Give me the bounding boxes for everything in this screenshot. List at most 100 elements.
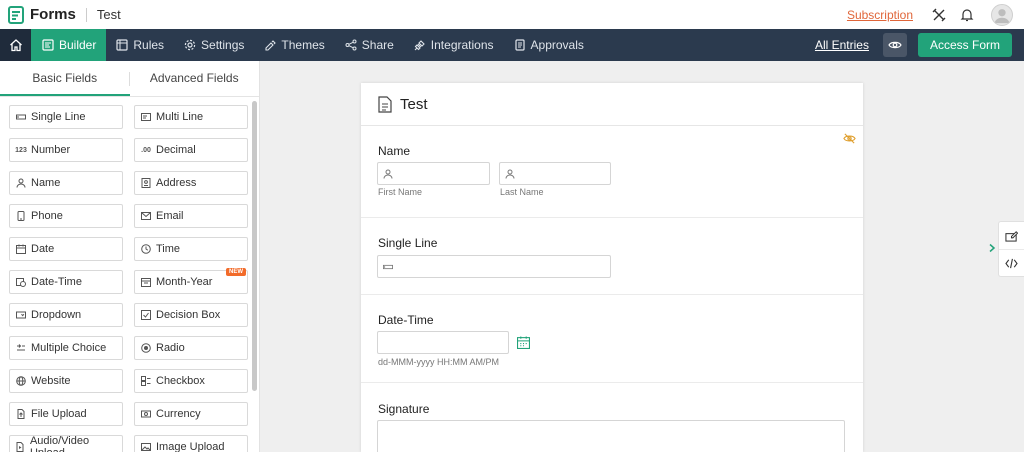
field-label: Multi Line bbox=[156, 111, 204, 123]
nav-builder[interactable]: Builder bbox=[31, 29, 107, 61]
person-icon bbox=[505, 169, 515, 179]
form-canvas: Test Name First Name Last Name Single Li… bbox=[361, 83, 863, 452]
person-icon bbox=[383, 169, 393, 179]
single-line-icon bbox=[383, 264, 393, 269]
calendar-picker-icon[interactable] bbox=[517, 336, 530, 349]
plug-icon bbox=[414, 40, 425, 51]
rules-icon bbox=[116, 39, 128, 51]
field-month-year[interactable]: Month-Year NEW bbox=[134, 268, 248, 294]
field-image-upload[interactable]: Image Upload bbox=[134, 435, 248, 452]
tools-icon[interactable] bbox=[927, 3, 951, 27]
approvals-icon bbox=[514, 39, 525, 51]
form-name: Test bbox=[96, 7, 121, 22]
home-button[interactable] bbox=[0, 29, 31, 61]
expand-panel-chevron-icon[interactable] bbox=[986, 241, 997, 255]
clock-icon bbox=[136, 244, 156, 254]
field-multiple-choice[interactable]: Multiple Choice bbox=[9, 336, 123, 360]
signature-field-section[interactable]: Signature bbox=[361, 383, 863, 452]
fields-panel: Basic Fields Advanced Fields Single Line… bbox=[0, 61, 260, 452]
first-name-input[interactable] bbox=[377, 162, 490, 185]
gear-icon bbox=[184, 39, 196, 51]
field-file-upload[interactable]: File Upload bbox=[9, 402, 123, 426]
nav-rules[interactable]: Rules bbox=[106, 29, 174, 61]
home-icon bbox=[9, 39, 22, 52]
form-title[interactable]: Test bbox=[400, 96, 428, 113]
edit-form-icon bbox=[1005, 231, 1018, 242]
field-time[interactable]: Time bbox=[134, 237, 248, 261]
app-name: Forms bbox=[30, 6, 76, 23]
single-line-field-section[interactable]: Single Line bbox=[361, 218, 863, 295]
media-upload-icon bbox=[11, 442, 30, 452]
field-label: Audio/Video Upload bbox=[29, 435, 90, 452]
date-time-field-section[interactable]: Date-Time dd-MMM-yyyy HH:MM AM/PM bbox=[361, 295, 863, 383]
access-form-button[interactable]: Access Form bbox=[917, 33, 1012, 57]
field-email[interactable]: Email bbox=[134, 204, 248, 228]
phone-icon bbox=[11, 211, 31, 221]
avatar[interactable] bbox=[991, 3, 1013, 26]
tab-advanced-fields[interactable]: Advanced Fields bbox=[130, 61, 260, 96]
field-label: Checkbox bbox=[156, 375, 205, 387]
last-name-input[interactable] bbox=[499, 162, 611, 185]
field-phone[interactable]: Phone bbox=[9, 204, 123, 228]
bell-icon[interactable] bbox=[955, 3, 979, 27]
field-decision-box[interactable]: Decision Box bbox=[134, 303, 248, 327]
eye-icon bbox=[888, 41, 902, 49]
field-label: Address bbox=[156, 177, 197, 189]
forms-logo-icon[interactable] bbox=[8, 5, 24, 24]
nav-settings[interactable]: Settings bbox=[174, 29, 254, 61]
field-date-time[interactable]: Date-Time bbox=[9, 270, 123, 294]
field-name[interactable]: Name bbox=[9, 171, 123, 195]
code-icon bbox=[1005, 258, 1018, 268]
tab-basic-fields[interactable]: Basic Fields bbox=[0, 61, 130, 96]
name-field-section[interactable]: Name First Name Last Name bbox=[361, 127, 863, 218]
signature-field-label: Signature bbox=[378, 402, 430, 416]
nav-approvals-label: Approvals bbox=[530, 38, 584, 52]
date-time-icon bbox=[11, 277, 31, 287]
field-single-line[interactable]: Single Line bbox=[9, 105, 123, 129]
nav-approvals[interactable]: Approvals bbox=[504, 29, 594, 61]
decimal-icon: .00 bbox=[141, 146, 151, 154]
field-label: Date bbox=[31, 243, 55, 255]
field-dropdown[interactable]: Dropdown bbox=[9, 303, 123, 327]
field-properties-button[interactable] bbox=[999, 222, 1024, 249]
field-audio-video-upload[interactable]: Audio/Video Upload bbox=[9, 435, 123, 452]
subscription-link[interactable]: Subscription bbox=[847, 8, 913, 22]
field-label: Image Upload bbox=[156, 441, 225, 452]
embed-code-button[interactable] bbox=[999, 249, 1024, 276]
field-decimal[interactable]: .00 Decimal bbox=[134, 138, 248, 162]
number-icon: 123 bbox=[15, 146, 27, 154]
checkbox-checked-icon bbox=[136, 310, 156, 320]
signature-pad[interactable] bbox=[377, 420, 845, 452]
nav-builder-label: Builder bbox=[59, 38, 97, 52]
mail-icon bbox=[136, 211, 156, 221]
field-radio[interactable]: Radio bbox=[134, 336, 248, 360]
field-checkbox[interactable]: Checkbox bbox=[134, 369, 248, 393]
date-time-input[interactable] bbox=[377, 331, 509, 354]
person-icon bbox=[11, 178, 31, 188]
multiple-choice-icon bbox=[11, 343, 31, 353]
first-name-sublabel: First Name bbox=[378, 187, 423, 197]
nav-integrations[interactable]: Integrations bbox=[404, 29, 504, 61]
field-label: Multiple Choice bbox=[31, 342, 107, 354]
field-date[interactable]: Date bbox=[9, 237, 123, 261]
all-entries-link[interactable]: All Entries bbox=[815, 38, 869, 52]
field-number[interactable]: 123 Number bbox=[9, 138, 123, 162]
field-label: Month-Year bbox=[156, 276, 213, 288]
field-currency[interactable]: Currency bbox=[134, 402, 248, 426]
panel-scrollbar[interactable] bbox=[252, 101, 257, 391]
field-tabs: Basic Fields Advanced Fields bbox=[0, 61, 259, 97]
field-website[interactable]: Website bbox=[9, 369, 123, 393]
form-header: Test bbox=[361, 83, 863, 126]
nav-themes-label: Themes bbox=[281, 38, 325, 52]
preview-button[interactable] bbox=[882, 33, 907, 57]
nav-themes[interactable]: Themes bbox=[254, 29, 334, 61]
single-line-input[interactable] bbox=[377, 255, 611, 278]
nav-share[interactable]: Share bbox=[335, 29, 404, 61]
address-icon bbox=[136, 178, 156, 188]
date-time-field-label: Date-Time bbox=[378, 313, 434, 327]
field-label: Phone bbox=[31, 210, 63, 222]
field-multi-line[interactable]: Multi Line bbox=[134, 105, 248, 129]
multi-line-icon bbox=[136, 112, 156, 122]
eye-off-icon[interactable] bbox=[843, 132, 856, 145]
field-address[interactable]: Address bbox=[134, 171, 248, 195]
